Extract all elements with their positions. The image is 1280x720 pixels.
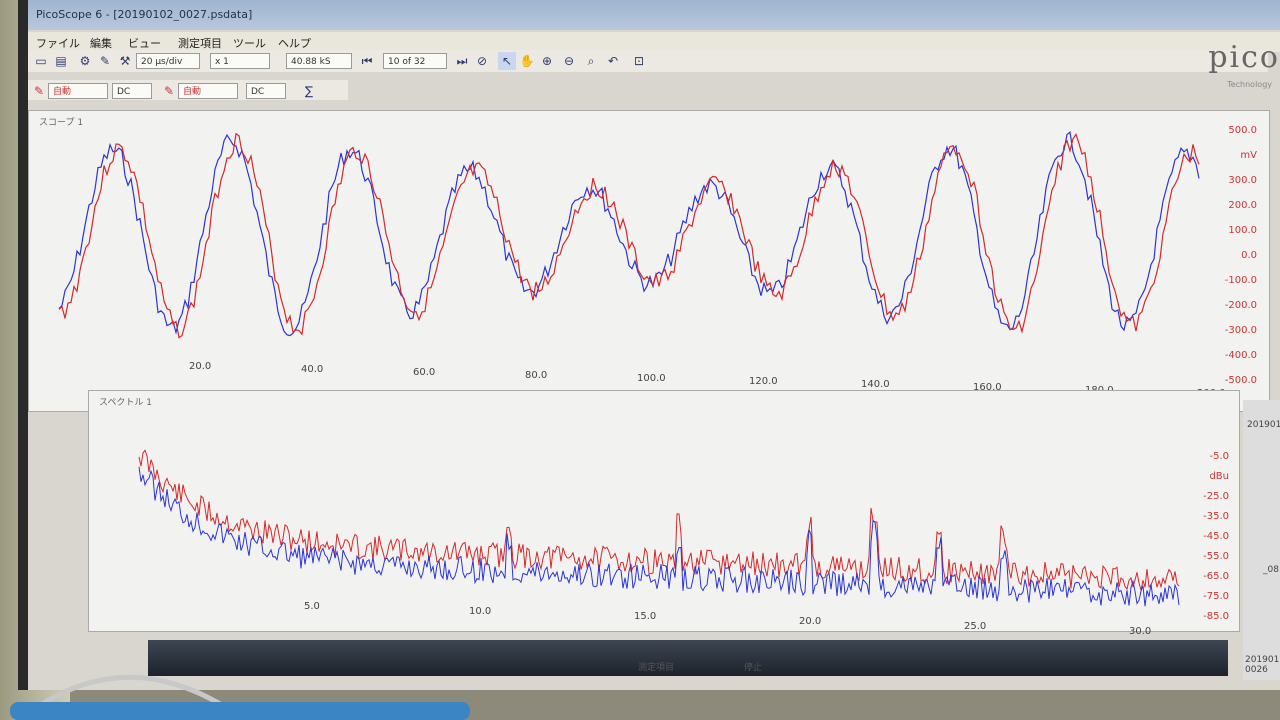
history-icon[interactable]: ⊘ [473,52,491,70]
pico-logo-sub: Technology [1227,80,1272,89]
main-toolbar: ▭ ▤ ⚙ ✎ ⚒ 20 µs/div x 1 40.88 kS ⏮ 10 of… [28,50,1268,72]
scope-y-tick: 500.0 [1228,125,1257,136]
scope-trace [58,132,1200,339]
persistence-mode-icon[interactable]: ▤ [52,52,70,70]
channel-options-icon[interactable]: ⚙ [76,52,94,70]
spectrum-y-tick: dBu [1209,471,1229,482]
scope-x-tick: 80.0 [525,370,548,381]
channel-a-icon: ✎ [33,84,45,98]
scope-plot [58,130,1200,339]
scope-x-tick: 40.0 [301,364,324,375]
menu-measurements[interactable]: 測定項目 [178,35,222,51]
spectrum-x-tick: 5.0 [304,601,320,612]
spectrum-y-tick: -65.0 [1203,571,1229,582]
trigger-status[interactable]: 停止 [744,660,762,673]
scope-y-tick: -200.0 [1224,300,1257,311]
pointer-tool-icon[interactable]: ↖ [498,52,516,70]
menu-help[interactable]: ヘルプ [278,35,311,51]
spectrum-y-tick: -45.0 [1203,531,1229,542]
menu-tools[interactable]: ツール [233,35,266,51]
pico-logo: pico [1208,40,1280,75]
spectrum-view: スペクトル 1 5.0 10.0 15.0 20.0 25.0 30.0 -5.0 dBu -2… [88,390,1240,637]
zoom-in-icon[interactable]: ⊕ [538,52,556,70]
scope-y-tick: 200.0 [1228,200,1257,211]
spectrum-x-tick: 20.0 [799,616,822,627]
scope-y-tick: -300.0 [1224,325,1257,336]
scope-mode-icon[interactable]: ▭ [32,52,50,70]
window-title: PicoScope 6 - [20190102_0027.psdata] [36,8,253,21]
scope-y-tick: 100.0 [1228,225,1257,236]
side-line3: 20190102-0026 [1245,655,1280,675]
channel-b-range[interactable]: 自動 [178,83,238,99]
scope-x-tick: 60.0 [413,367,436,378]
menu-file[interactable]: ファイル [36,35,80,51]
cable [10,674,470,720]
buffer-prev-icon[interactable]: ⏮ [358,52,376,70]
undo-zoom-icon[interactable]: ↶ [604,52,622,70]
title-bar: PicoScope 6 - [20190102_0027.psdata] [28,0,1280,30]
spectrum-trace [138,466,1180,607]
spectrum-y-tick: -5.0 [1209,451,1229,462]
spectrum-x-tick: 10.0 [469,606,492,617]
spectrum-trace [138,449,1180,591]
samples-select[interactable]: 40.88 kS [286,53,352,69]
channel-b-coupling[interactable]: DC [246,83,286,99]
channel-toolbar: ✎ 自動 DC ✎ 自動 DC ∑ [28,80,348,100]
spectrum-y-tick: -35.0 [1203,511,1229,522]
channel-a-range[interactable]: 自動 [48,83,108,99]
spectrum-y-tick: -85.0 [1203,611,1229,622]
spectrum-y-tick: -75.0 [1203,591,1229,602]
zoom-fit-icon[interactable]: ⊡ [630,52,648,70]
channel-a-coupling[interactable]: DC [112,83,152,99]
scope-y-tick: 300.0 [1228,175,1257,186]
spectrum-y-tick: -25.0 [1203,491,1229,502]
scope-view: スコープ 1 20.0 40.0 60.0 80.0 100.0 120.0 140.0 16… [28,110,1270,412]
probe-icon[interactable]: ✎ [96,52,114,70]
side-line2: _08 [1263,565,1279,575]
scope-x-tick: 20.0 [189,361,212,372]
spectrum-plot [138,449,1180,607]
buffer-next-icon[interactable]: ⏭ [453,52,471,70]
scope-y-tick: -500.0 [1224,375,1257,386]
scope-y-tick: 0.0 [1241,250,1257,261]
monitor-screen: PicoScope 6 - [20190102_0027.psdata] ファイ… [18,0,1280,690]
scope-y-tick: -400.0 [1224,350,1257,361]
scope-x-tick: 140.0 [861,379,890,390]
scope-x-tick: 100.0 [637,373,666,384]
scope-x-tick: 120.0 [749,376,778,387]
spectrum-x-tick: 15.0 [634,611,657,622]
side-window: 20190101 _08 20190102-0026 [1243,400,1280,680]
spectrum-y-tick: -55.0 [1203,551,1229,562]
channel-b-icon: ✎ [163,84,175,98]
settings-icon[interactable]: ⚒ [116,52,134,70]
spectrum-x-tick: 25.0 [964,621,987,632]
buffer-navigator[interactable]: 10 of 32 [383,53,447,69]
math-channel-icon[interactable]: ∑ [300,82,318,100]
spectrum-x-tick: 30.0 [1129,626,1152,637]
measure-button[interactable]: 測定項目 [638,660,674,673]
timebase-select[interactable]: 20 µs/div [136,53,200,69]
side-line1: 20190101 [1247,420,1280,430]
menu-edit[interactable]: 編集 [90,35,112,51]
scope-y-tick: -100.0 [1224,275,1257,286]
zoom-box-icon[interactable]: ⌕ [582,52,600,70]
hand-tool-icon[interactable]: ✋ [518,52,536,70]
menu-bar: ファイル 編集 ビュー 測定項目 ツール ヘルプ [28,32,1280,52]
scope-y-tick: mV [1240,150,1257,161]
zoom-out-icon[interactable]: ⊖ [560,52,578,70]
menu-view[interactable]: ビュー [128,35,161,51]
zoom-select[interactable]: x 1 [210,53,270,69]
